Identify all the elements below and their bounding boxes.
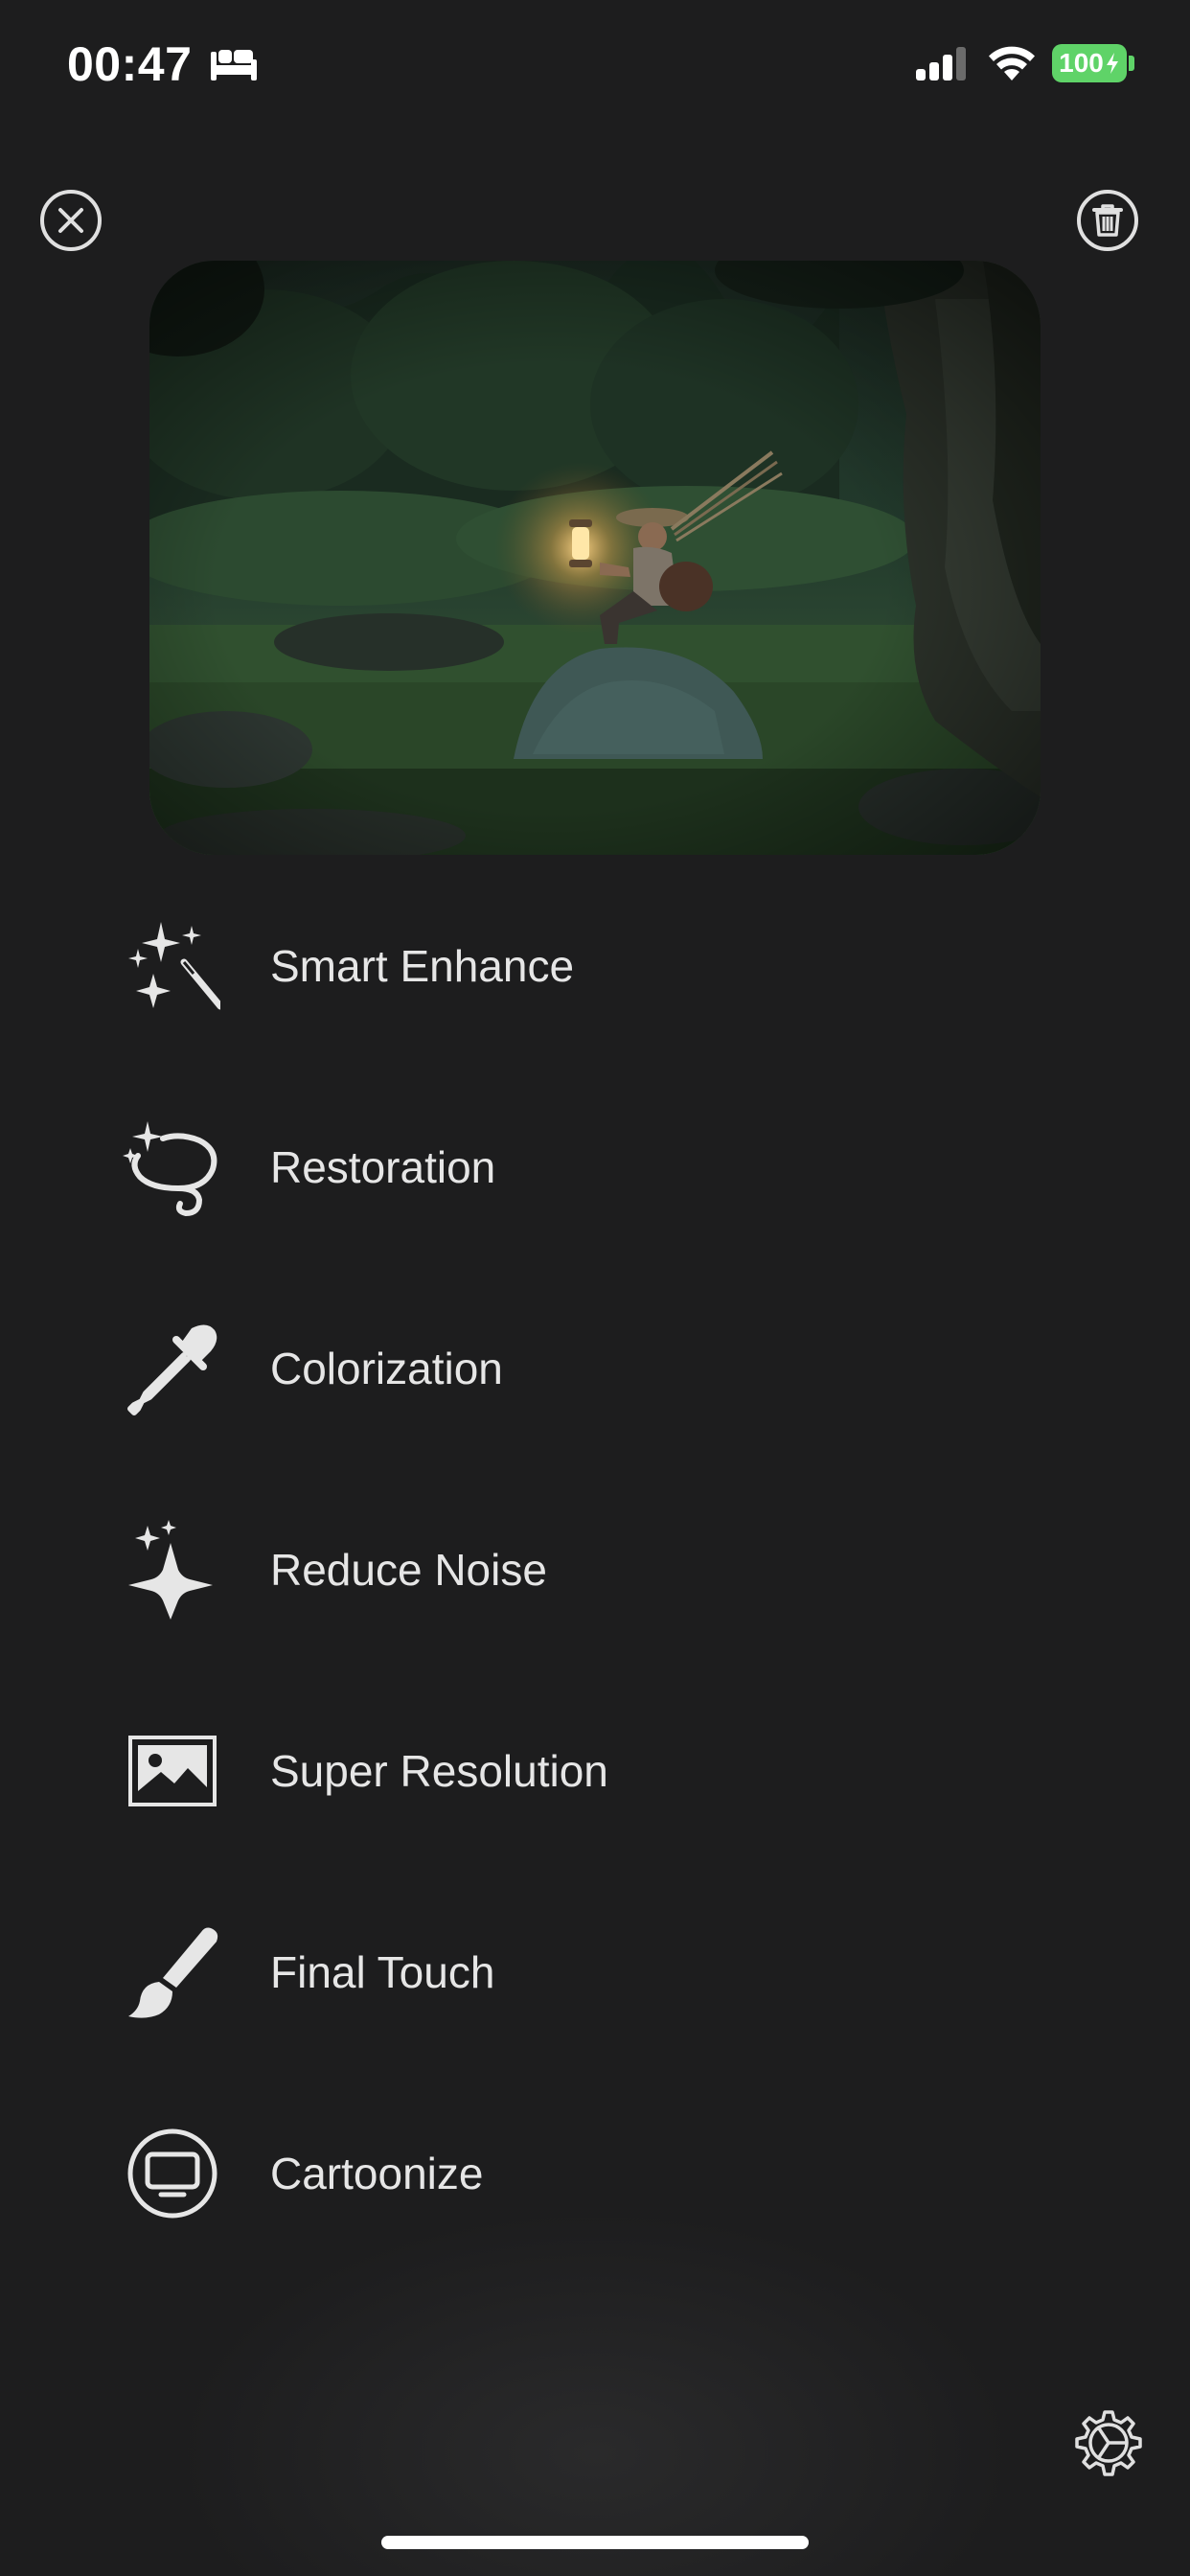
- status-time: 00:47: [67, 37, 193, 91]
- bed-icon: [211, 50, 257, 80]
- menu-item-label: Smart Enhance: [270, 941, 575, 991]
- status-bar: 00:47 100: [0, 0, 1190, 134]
- magic-wand-sparkles-icon: [115, 908, 230, 1024]
- sparkles-icon: [115, 1512, 230, 1627]
- close-button[interactable]: [38, 188, 103, 253]
- home-indicator[interactable]: [381, 2536, 809, 2549]
- menu-item-label: Cartoonize: [270, 2149, 484, 2198]
- sparkle-loop-icon: [115, 1110, 230, 1225]
- preview-image: [149, 261, 1041, 855]
- delete-button[interactable]: [1075, 188, 1140, 253]
- battery-cap: [1129, 56, 1134, 71]
- charging-bolt-icon: [1106, 53, 1118, 74]
- menu-item-restoration[interactable]: Restoration: [115, 1091, 977, 1244]
- menu-item-colorization[interactable]: Colorization: [115, 1292, 977, 1445]
- menu-item-label: Restoration: [270, 1142, 496, 1192]
- app-screen: 00:47 100 Smart Enhance Restoration Colo…: [0, 0, 1190, 2576]
- menu-item-smart-enhance[interactable]: Smart Enhance: [115, 889, 977, 1043]
- menu-item-label: Reduce Noise: [270, 1545, 547, 1595]
- image-frame-icon: [115, 1714, 230, 1828]
- battery-level: 100: [1059, 48, 1104, 78]
- paintbrush-icon: [115, 1915, 230, 2030]
- eyedropper-icon: [115, 1311, 230, 1426]
- close-icon: [40, 190, 102, 251]
- menu-item-super-resolution[interactable]: Super Resolution: [115, 1694, 977, 1848]
- cellular-signal-icon: [916, 47, 966, 80]
- menu-item-label: Super Resolution: [270, 1746, 608, 1796]
- wifi-icon: [989, 46, 1035, 80]
- menu-item-cartoonize[interactable]: Cartoonize: [115, 2097, 977, 2250]
- tv-circle-icon: [115, 2116, 230, 2231]
- photo-preview[interactable]: [149, 261, 1041, 855]
- menu-item-label: Colorization: [270, 1344, 503, 1393]
- settings-button[interactable]: [1071, 2407, 1146, 2482]
- settings-icon: [1075, 2410, 1142, 2476]
- menu-item-reduce-noise[interactable]: Reduce Noise: [115, 1493, 977, 1646]
- menu-item-final-touch[interactable]: Final Touch: [115, 1896, 977, 2049]
- trash-icon: [1077, 190, 1138, 251]
- battery-indicator: 100: [1052, 44, 1127, 82]
- menu-item-label: Final Touch: [270, 1947, 495, 1997]
